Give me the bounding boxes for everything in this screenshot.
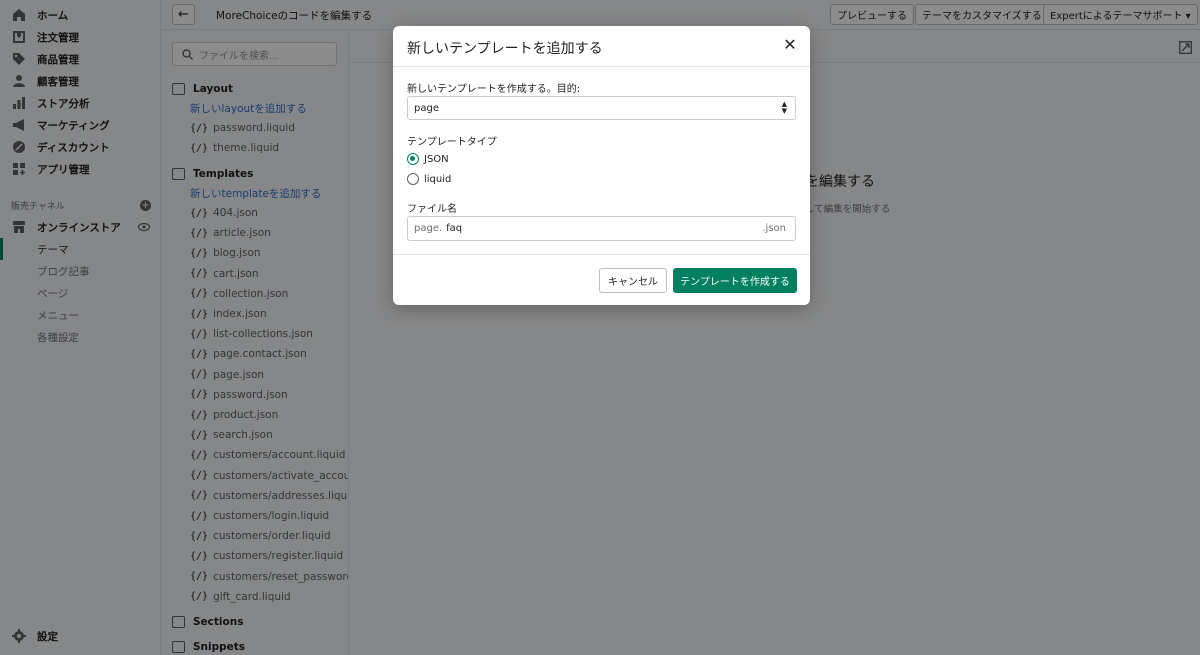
close-icon[interactable]: ✕ — [781, 36, 799, 54]
radio-json-label: JSON — [424, 153, 449, 165]
purpose-select[interactable]: page ▲ ▼ — [407, 96, 796, 120]
select-arrows-icon: ▲ ▼ — [781, 100, 787, 115]
radio-liquid-label: liquid — [424, 173, 452, 185]
purpose-select-value: page — [414, 102, 439, 114]
filename-label: ファイル名 — [407, 204, 457, 215]
radio-selected-icon — [407, 153, 419, 165]
create-template-button[interactable]: テンプレートを作成する — [673, 268, 797, 293]
purpose-label: 新しいテンプレートを作成する。目的: — [407, 84, 581, 95]
radio-liquid[interactable]: liquid — [407, 171, 451, 187]
cancel-button[interactable]: キャンセル — [599, 268, 667, 293]
filename-suffix: .json — [762, 223, 786, 234]
radio-json[interactable]: JSON — [407, 151, 449, 167]
template-type-label: テンプレートタイプ — [407, 137, 497, 148]
modal-header: 新しいテンプレートを追加する ✕ — [393, 26, 810, 67]
radio-unselected-icon — [407, 173, 419, 185]
modal-title: 新しいテンプレートを追加する — [407, 41, 603, 57]
add-template-modal: 新しいテンプレートを追加する ✕ 新しいテンプレートを作成する。目的: page… — [393, 26, 810, 305]
filename-input[interactable]: page. faq .json — [407, 216, 796, 241]
filename-value: faq — [446, 223, 463, 234]
modal-footer: キャンセル テンプレートを作成する — [393, 254, 810, 305]
filename-prefix: page. — [414, 223, 443, 234]
